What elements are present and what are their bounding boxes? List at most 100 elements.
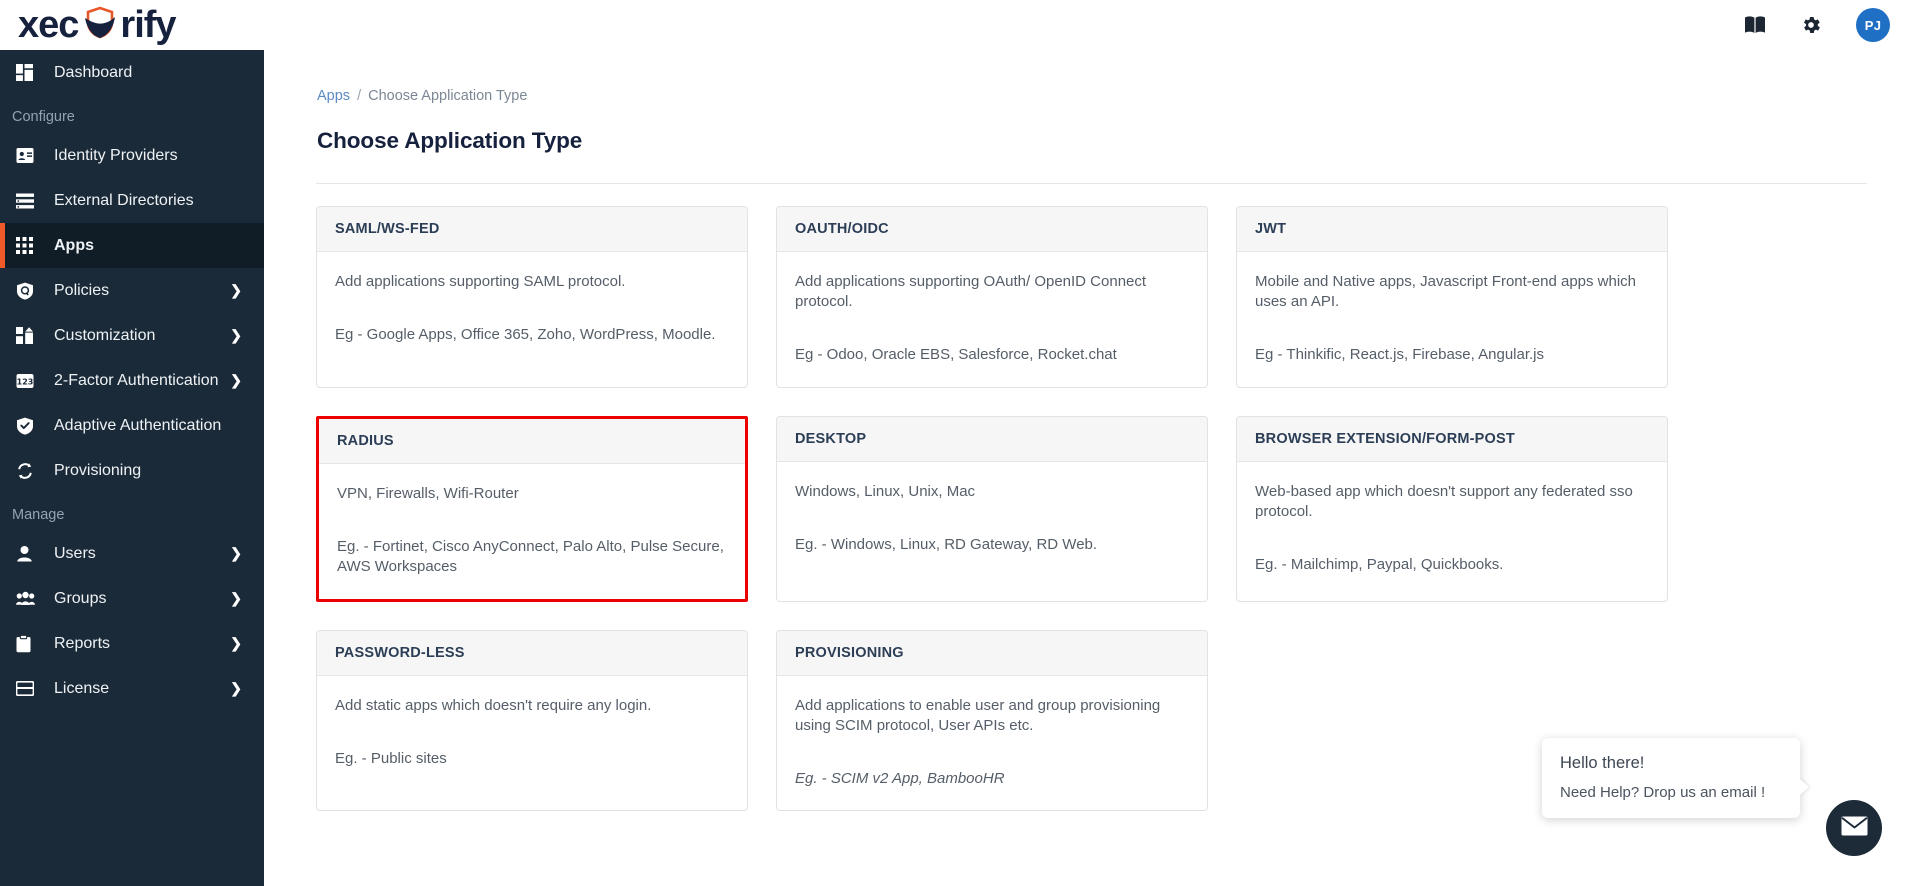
card-example: Eg - Google Apps, Office 365, Zoho, Word…: [335, 325, 716, 343]
card-body: VPN, Firewalls, Wifi-Router Eg. - Fortin…: [319, 464, 745, 599]
app-type-card-provisioning[interactable]: PROVISIONING Add applications to enable …: [776, 629, 1208, 812]
sidebar-item-label: Groups: [54, 589, 107, 607]
svg-text:123: 123: [17, 377, 34, 386]
top-header-bar: xec rify PJ: [0, 0, 1912, 50]
sidebar-section-manage: Manage: [12, 507, 65, 523]
sidebar-item-provisioning[interactable]: Provisioning: [0, 448, 264, 493]
sidebar-item-external-directories[interactable]: External Directories: [0, 178, 264, 223]
card-example: Eg. - Mailchimp, Paypal, Quickbooks.: [1255, 555, 1504, 573]
app-logo[interactable]: xec rify: [0, 0, 264, 50]
app-type-card-radius[interactable]: RADIUS VPN, Firewalls, Wifi-Router Eg. -…: [316, 415, 748, 602]
shield-check-icon: [16, 417, 42, 435]
header-actions: PJ: [1744, 0, 1890, 50]
chevron-right-icon: ❯: [230, 635, 242, 651]
customization-icon: [16, 327, 42, 344]
id-card-icon: [16, 147, 42, 164]
chat-greeting: Hello there!: [1560, 754, 1645, 772]
card-description: Add applications supporting SAML protoco…: [335, 273, 626, 290]
card-title: SAML/WS-FED: [317, 207, 747, 252]
card-example: Eg. - Fortinet, Cisco AnyConnect, Palo A…: [337, 537, 724, 575]
shield-icon: [79, 2, 119, 49]
list-icon: [16, 193, 42, 209]
users-group-icon: [16, 591, 42, 606]
app-type-card-password-less[interactable]: PASSWORD-LESS Add static apps which does…: [316, 629, 748, 812]
card-body: Add applications to enable user and grou…: [777, 676, 1207, 811]
card-title: OAUTH/OIDC: [777, 207, 1207, 252]
app-type-card-oauth-oidc[interactable]: OAUTH/OIDC Add applications supporting O…: [776, 206, 1208, 388]
chat-tooltip[interactable]: Hello there! Need Help? Drop us an email…: [1542, 738, 1800, 818]
card-body: Add applications supporting SAML protoco…: [317, 252, 747, 374]
book-icon[interactable]: [1744, 15, 1766, 35]
sidebar-item-users[interactable]: Users ❯: [0, 531, 264, 576]
card-body: Add static apps which doesn't require an…: [317, 676, 747, 806]
card-example: Eg. - Windows, Linux, RD Gateway, RD Web…: [795, 535, 1098, 553]
logo-text: xec rify: [18, 2, 177, 49]
card-title: RADIUS: [319, 418, 745, 464]
card-title: PASSWORD-LESS: [317, 630, 747, 676]
card-body: Web-based app which doesn't support any …: [1237, 462, 1667, 597]
avatar[interactable]: PJ: [1856, 8, 1890, 42]
card-description: VPN, Firewalls, Wifi-Router: [337, 484, 519, 502]
card-description: Add static apps which doesn't require an…: [335, 696, 652, 714]
sync-icon: [16, 462, 42, 480]
sidebar-item-label: License: [54, 679, 110, 697]
breadcrumb: Apps / Choose Application Type: [264, 50, 1912, 104]
card-description: Add applications supporting OAuth/ OpenI…: [795, 273, 1147, 310]
app-type-card-desktop[interactable]: DESKTOP Windows, Linux, Unix, Mac Eg. - …: [776, 415, 1208, 602]
card-body: Windows, Linux, Unix, Mac Eg. - Windows,…: [777, 462, 1207, 588]
sidebar-item-apps[interactable]: Apps: [0, 223, 264, 268]
sidebar-item-label: Provisioning: [54, 461, 142, 479]
card-example: Eg - Odoo, Oracle EBS, Salesforce, Rocke…: [795, 345, 1117, 363]
app-type-card-browser-extension-form-post[interactable]: BROWSER EXTENSION/FORM-POST Web-based ap…: [1236, 415, 1668, 602]
chevron-right-icon: ❯: [230, 372, 242, 388]
sidebar-item-label: External Directories: [54, 191, 194, 209]
chat-email-button[interactable]: [1826, 800, 1882, 856]
chat-prompt: Need Help? Drop us an email !: [1560, 784, 1766, 801]
user-icon: [16, 545, 42, 562]
dashboard-icon: [16, 64, 42, 81]
sidebar-item-license[interactable]: License ❯: [0, 666, 264, 711]
card-description: Web-based app which doesn't support any …: [1255, 482, 1633, 520]
chevron-right-icon: ❯: [230, 590, 242, 606]
breadcrumb-separator: /: [357, 88, 362, 104]
card-body: Mobile and Native apps, Javascript Front…: [1237, 252, 1667, 387]
sidebar-item-label: Policies: [54, 281, 110, 299]
card-title: JWT: [1237, 207, 1667, 252]
sidebar-section-configure: Configure: [12, 109, 75, 125]
chevron-right-icon: ❯: [230, 680, 242, 696]
sidebar-item-2-factor-authentication[interactable]: 123 2-Factor Authentication ❯: [0, 358, 264, 403]
sidebar-item-label: Users: [54, 544, 96, 562]
card-description: Windows, Linux, Unix, Mac: [795, 482, 976, 500]
sidebar-item-label: Customization: [54, 326, 156, 344]
breadcrumb-apps-link[interactable]: Apps: [317, 88, 350, 104]
sidebar-item-adaptive-authentication[interactable]: Adaptive Authentication: [0, 403, 264, 448]
logo-text-left: xec: [18, 4, 79, 46]
app-type-card-jwt[interactable]: JWT Mobile and Native apps, Javascript F…: [1236, 206, 1668, 388]
envelope-icon: [1841, 816, 1868, 841]
sidebar-item-reports[interactable]: Reports ❯: [0, 621, 264, 666]
chevron-right-icon: ❯: [230, 327, 242, 343]
sidebar-item-label: Dashboard: [54, 63, 133, 81]
sidebar-item-label: Apps: [54, 236, 94, 254]
card-body: Add applications supporting OAuth/ OpenI…: [777, 252, 1207, 387]
card-description: Mobile and Native apps, Javascript Front…: [1255, 273, 1637, 310]
application-type-grid: SAML/WS-FED Add applications supporting …: [264, 184, 1912, 812]
sidebar-item-label: Adaptive Authentication: [54, 416, 222, 434]
card-title: BROWSER EXTENSION/FORM-POST: [1237, 416, 1667, 462]
card-icon: [16, 681, 42, 696]
breadcrumb-current: Choose Application Type: [368, 88, 528, 104]
logo-text-right: rify: [120, 4, 176, 46]
card-example: Eg - Thinkific, React.js, Firebase, Angu…: [1255, 345, 1545, 363]
sidebar-item-dashboard[interactable]: Dashboard: [0, 50, 264, 95]
app-type-card-saml-ws-fed[interactable]: SAML/WS-FED Add applications supporting …: [316, 206, 748, 388]
gear-icon[interactable]: [1800, 14, 1822, 36]
sidebar: Dashboard Configure Identity Providers E…: [0, 50, 264, 886]
sidebar-item-identity-providers[interactable]: Identity Providers: [0, 133, 264, 178]
sidebar-item-customization[interactable]: Customization ❯: [0, 313, 264, 358]
sidebar-item-groups[interactable]: Groups ❯: [0, 576, 264, 621]
grid-apps-icon: [16, 237, 42, 254]
chevron-right-icon: ❯: [230, 545, 242, 561]
card-example: Eg. - SCIM v2 App, BambooHR: [795, 769, 1005, 787]
sidebar-item-label: Identity Providers: [54, 146, 178, 164]
sidebar-item-policies[interactable]: Policies ❯: [0, 268, 264, 313]
